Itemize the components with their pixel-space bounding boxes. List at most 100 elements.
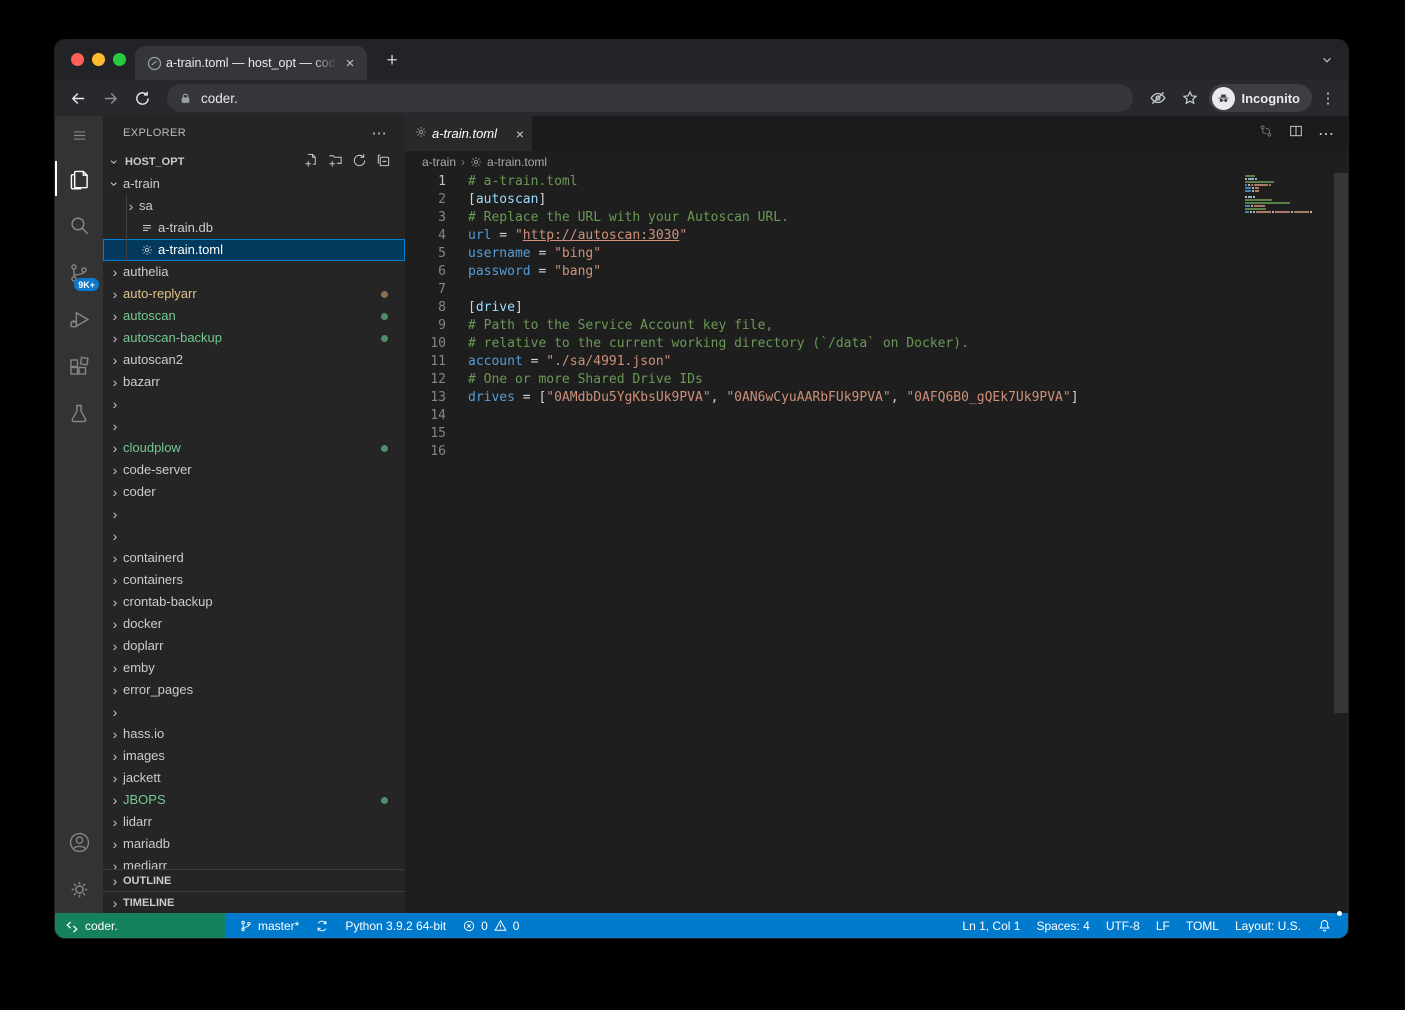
eye-off-icon[interactable] — [1145, 85, 1171, 111]
code-line-14[interactable] — [468, 407, 1079, 425]
zoom-window-button[interactable] — [113, 53, 126, 66]
extensions-icon[interactable] — [55, 343, 103, 390]
tree-item-JBOPS[interactable]: ›JBOPS — [103, 789, 405, 811]
eol-status[interactable]: LF — [1148, 913, 1178, 938]
tree-item-authelia[interactable]: ›authelia — [103, 261, 405, 283]
tree-item-error_pages[interactable]: ›error_pages — [103, 679, 405, 701]
tree-item-unnamed[interactable]: › — [103, 393, 405, 415]
sync-icon[interactable] — [307, 913, 337, 938]
git-branch-status[interactable]: master* — [231, 913, 307, 938]
incognito-badge[interactable]: Incognito — [1209, 84, 1313, 112]
tree-item-hass.io[interactable]: ›hass.io — [103, 723, 405, 745]
tree-item-mediarr[interactable]: ›mediarr — [103, 855, 405, 870]
close-window-button[interactable] — [71, 53, 84, 66]
editor-tab-close-icon[interactable]: × — [516, 126, 524, 142]
run-debug-icon[interactable] — [55, 296, 103, 343]
tree-item-a-train[interactable]: ›a-train — [103, 173, 405, 195]
views-more-actions-icon[interactable]: ⋯ — [372, 124, 387, 142]
new-file-icon[interactable] — [304, 153, 319, 171]
account-icon[interactable] — [55, 819, 103, 866]
settings-gear-icon[interactable] — [55, 866, 103, 913]
tree-item-jackett[interactable]: ›jackett — [103, 767, 405, 789]
new-folder-icon[interactable] — [328, 153, 343, 171]
code-line-11[interactable]: account = "./sa/4991.json" — [468, 353, 1079, 371]
explorer-icon[interactable] — [55, 155, 103, 202]
tree-item-docker[interactable]: ›docker — [103, 613, 405, 635]
editor-scrollbar[interactable] — [1334, 173, 1348, 713]
address-bar[interactable]: coder. — [167, 84, 1133, 112]
code-line-1[interactable]: # a-train.toml — [468, 173, 1079, 191]
tree-item-images[interactable]: ›images — [103, 745, 405, 767]
tree-item-unnamed[interactable]: › — [103, 503, 405, 525]
language-mode-status[interactable]: TOML — [1178, 913, 1227, 938]
code-line-9[interactable]: # Path to the Service Account key file, — [468, 317, 1079, 335]
code-line-4[interactable]: url = "http://autoscan:3030" — [468, 227, 1079, 245]
tree-item-autoscan[interactable]: ›autoscan — [103, 305, 405, 327]
tree-item-a-train.toml[interactable]: ›a-train.toml — [103, 239, 405, 261]
refresh-icon[interactable] — [352, 153, 367, 171]
code-line-12[interactable]: # One or more Shared Drive IDs — [468, 371, 1079, 389]
code-line-8[interactable]: [drive] — [468, 299, 1079, 317]
tree-item-unnamed[interactable]: › — [103, 415, 405, 437]
code-line-3[interactable]: # Replace the URL with your Autoscan URL… — [468, 209, 1079, 227]
code-line-2[interactable]: [autoscan] — [468, 191, 1079, 209]
open-changes-icon[interactable] — [1258, 123, 1274, 144]
tree-item-unnamed[interactable]: › — [103, 525, 405, 547]
tree-item-a-train.db[interactable]: ›a-train.db — [103, 217, 405, 239]
code-line-10[interactable]: # relative to the current working direct… — [468, 335, 1079, 353]
test-beaker-icon[interactable] — [55, 390, 103, 437]
split-editor-icon[interactable] — [1288, 123, 1304, 144]
cursor-position-status[interactable]: Ln 1, Col 1 — [954, 913, 1028, 938]
problems-status[interactable]: 0 0 — [454, 913, 527, 938]
encoding-status[interactable]: UTF-8 — [1098, 913, 1148, 938]
collapse-all-icon[interactable] — [376, 153, 391, 171]
search-icon[interactable] — [55, 202, 103, 249]
keyboard-layout-status[interactable]: Layout: U.S. — [1227, 913, 1309, 938]
tree-item-code-server[interactable]: ›code-server — [103, 459, 405, 481]
code-line-15[interactable] — [468, 425, 1079, 443]
timeline-section[interactable]: › TIMELINE — [103, 891, 405, 913]
breadcrumb-file[interactable]: a-train.toml — [487, 155, 547, 169]
outline-section[interactable]: › OUTLINE — [103, 869, 405, 891]
editor-more-actions-icon[interactable]: ⋯ — [1318, 124, 1334, 144]
code-line-7[interactable] — [468, 281, 1079, 299]
bookmark-star-icon[interactable] — [1177, 85, 1203, 111]
tree-item-auto-replyarr[interactable]: ›auto-replyarr — [103, 283, 405, 305]
tree-item-unnamed[interactable]: › — [103, 701, 405, 723]
tree-item-cloudplow[interactable]: ›cloudplow — [103, 437, 405, 459]
remote-indicator[interactable]: coder. — [55, 913, 225, 938]
code-editor[interactable]: 12345678910111213141516 # a-train.toml[a… — [405, 173, 1348, 913]
tree-item-mariadb[interactable]: ›mariadb — [103, 833, 405, 855]
tree-item-emby[interactable]: ›emby — [103, 657, 405, 679]
minimap[interactable] — [1245, 175, 1331, 223]
tree-item-crontab-backup[interactable]: ›crontab-backup — [103, 591, 405, 613]
browser-tab[interactable]: a-train.toml — host_opt — cod × — [135, 46, 367, 80]
code-line-13[interactable]: drives = ["0AMdbDu5YgKbsUk9PVA", "0AN6wC… — [468, 389, 1079, 407]
chevron-down-icon[interactable] — [1320, 53, 1334, 72]
back-icon[interactable] — [65, 85, 91, 111]
reload-icon[interactable] — [129, 85, 155, 111]
python-version-status[interactable]: Python 3.9.2 64-bit — [337, 913, 454, 938]
workspace-section-header[interactable]: › HOST_OPT — [103, 151, 405, 173]
tree-item-bazarr[interactable]: ›bazarr — [103, 371, 405, 393]
code-line-5[interactable]: username = "bing" — [468, 245, 1079, 263]
notifications-bell-icon[interactable] — [1309, 913, 1340, 938]
source-control-icon[interactable]: 9K+ — [55, 249, 103, 296]
tree-item-sa[interactable]: ›sa — [103, 195, 405, 217]
menu-icon[interactable] — [55, 116, 103, 155]
new-tab-button[interactable]: + — [379, 48, 405, 74]
tree-item-lidarr[interactable]: ›lidarr — [103, 811, 405, 833]
tree-item-autoscan-backup[interactable]: ›autoscan-backup — [103, 327, 405, 349]
browser-menu-icon[interactable]: ⋮ — [1318, 89, 1338, 107]
tree-item-containerd[interactable]: ›containerd — [103, 547, 405, 569]
indentation-status[interactable]: Spaces: 4 — [1028, 913, 1097, 938]
minimize-window-button[interactable] — [92, 53, 105, 66]
forward-icon[interactable] — [97, 85, 123, 111]
tree-item-coder[interactable]: ›coder — [103, 481, 405, 503]
tree-item-doplarr[interactable]: ›doplarr — [103, 635, 405, 657]
code-line-16[interactable] — [468, 443, 1079, 461]
tree-item-containers[interactable]: ›containers — [103, 569, 405, 591]
tab-close-icon[interactable]: × — [341, 54, 359, 72]
code-line-6[interactable]: password = "bang" — [468, 263, 1079, 281]
tree-item-autoscan2[interactable]: ›autoscan2 — [103, 349, 405, 371]
